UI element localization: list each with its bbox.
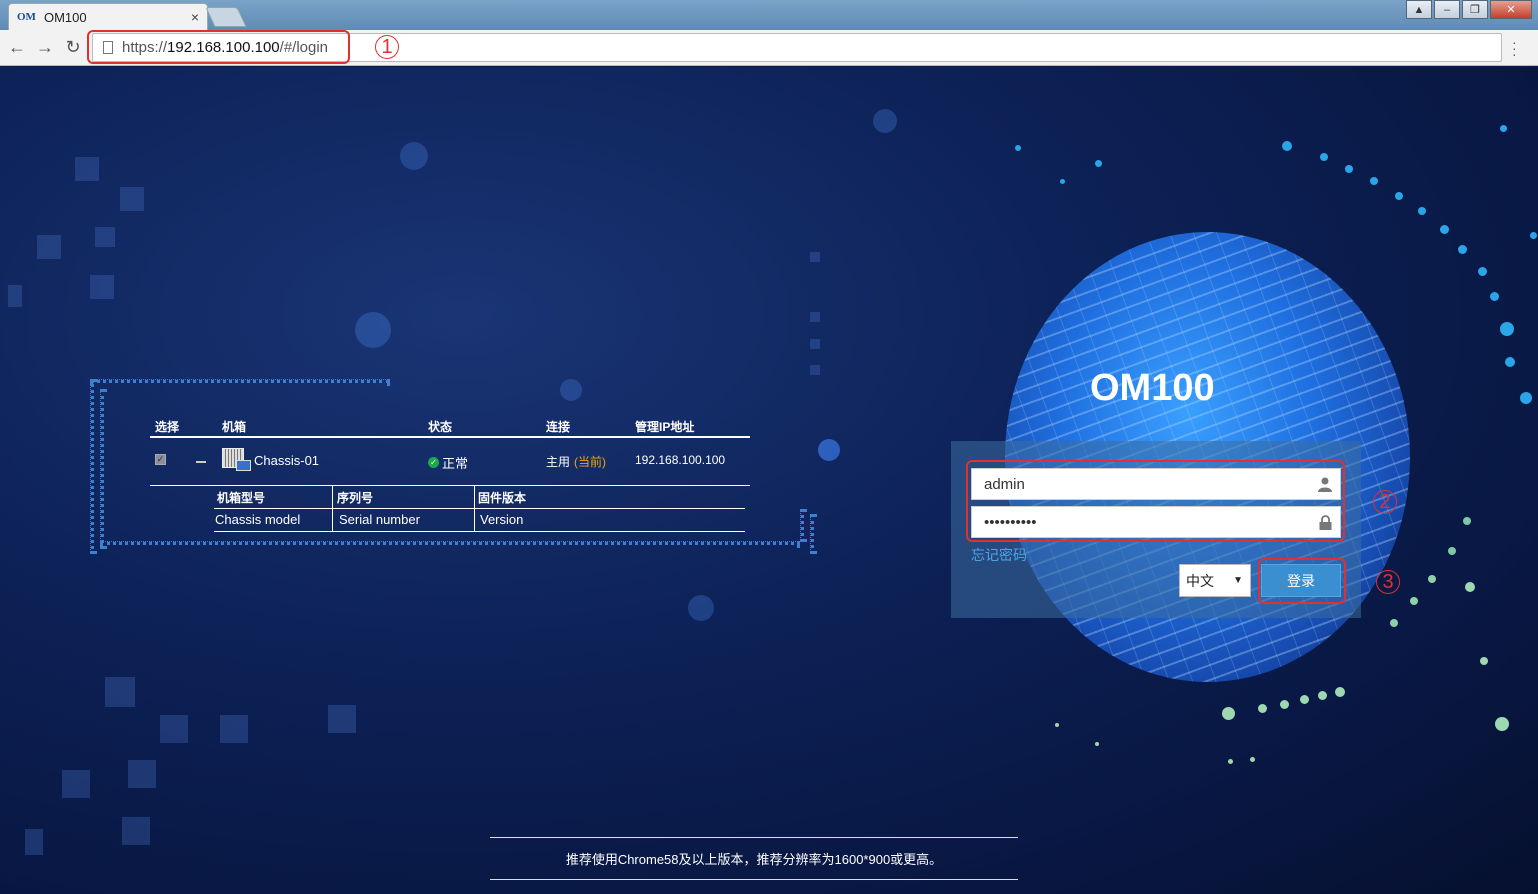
- connection-cell: 主用 (当前): [546, 453, 606, 470]
- reload-icon[interactable]: ↻: [62, 37, 84, 58]
- chassis-panel: 选择 机箱 状态 连接 管理IP地址 ✓ Chassis-01 ✓ 正常 主用 …: [90, 379, 814, 554]
- browser-tab-bar: OM OM100 × ▲ – ❐ ✕: [0, 0, 1538, 30]
- chassis-detail-table: 机箱型号 序列号 固件版本 Chassis model Serial numbe…: [150, 485, 750, 532]
- detail-value-row: Chassis model Serial number Version: [214, 509, 745, 532]
- window-maximize-button[interactable]: ❐: [1462, 0, 1488, 19]
- window-minimize-button[interactable]: –: [1434, 0, 1460, 19]
- annotation-box-url: [87, 30, 350, 64]
- row-checkbox[interactable]: ✓: [155, 454, 166, 465]
- forgot-password-link[interactable]: 忘记密码: [971, 545, 1027, 565]
- forward-arrow-icon[interactable]: →: [34, 37, 56, 58]
- header-chassis: 机箱: [222, 420, 247, 434]
- detail-firmware: Version: [480, 512, 524, 527]
- header-connection: 连接: [546, 420, 571, 434]
- annotation-marker-3: 3: [1376, 570, 1400, 594]
- back-arrow-icon[interactable]: ←: [6, 37, 28, 58]
- ip-cell: 192.168.100.100: [635, 453, 726, 467]
- chassis-name: Chassis-01: [254, 452, 320, 468]
- chassis-table-header: 选择 机箱 状态 连接 管理IP地址: [150, 416, 750, 438]
- header-ip: 管理IP地址: [635, 420, 695, 434]
- browser-tab[interactable]: OM OM100 ×: [8, 3, 208, 30]
- connection-current: (当前): [574, 455, 607, 469]
- connection-text: 主用: [546, 455, 571, 469]
- header-select: 选择: [155, 420, 180, 434]
- language-value: 中文: [1186, 572, 1214, 589]
- header-status: 状态: [428, 420, 453, 434]
- browser-menu-icon[interactable]: · · ·: [1512, 35, 1517, 61]
- tab-favicon: OM: [17, 11, 36, 23]
- annotation-marker-2: 2: [1373, 490, 1397, 514]
- detail-header-row: 机箱型号 序列号 固件版本: [214, 486, 745, 509]
- table-row[interactable]: ✓ Chassis-01 ✓ 正常 主用 (当前) 192.168.100.10…: [150, 444, 750, 484]
- brand-title: OM100: [1090, 367, 1215, 409]
- detail-model: Chassis model: [215, 512, 301, 527]
- tab-close-icon[interactable]: ×: [191, 9, 199, 25]
- annotation-box-login: [1258, 558, 1346, 604]
- check-circle-icon: ✓: [428, 457, 439, 468]
- language-select[interactable]: 中文 ▼: [1179, 564, 1251, 597]
- annotation-marker-1: 1: [375, 35, 399, 59]
- window-controls: ▲ – ❐ ✕: [1404, 0, 1532, 20]
- chassis-icon: [222, 448, 252, 472]
- dropdown-arrow-icon: ▼: [1233, 575, 1243, 586]
- status-text: 正常: [442, 456, 469, 471]
- window-close-button[interactable]: ✕: [1490, 0, 1532, 19]
- detail-serial: Serial number: [339, 512, 420, 527]
- browser-recommendation-footer: 推荐使用Chrome58及以上版本，推荐分辨率为1600*900或更高。: [490, 837, 1018, 880]
- new-tab-button[interactable]: [205, 7, 247, 27]
- collapse-icon[interactable]: [196, 461, 206, 463]
- chassis-cell: Chassis-01: [222, 448, 319, 472]
- status-cell: ✓ 正常: [428, 453, 468, 472]
- window-user-icon[interactable]: ▲: [1406, 0, 1432, 19]
- annotation-box-credentials: [966, 460, 1345, 542]
- tab-title: OM100: [43, 9, 87, 25]
